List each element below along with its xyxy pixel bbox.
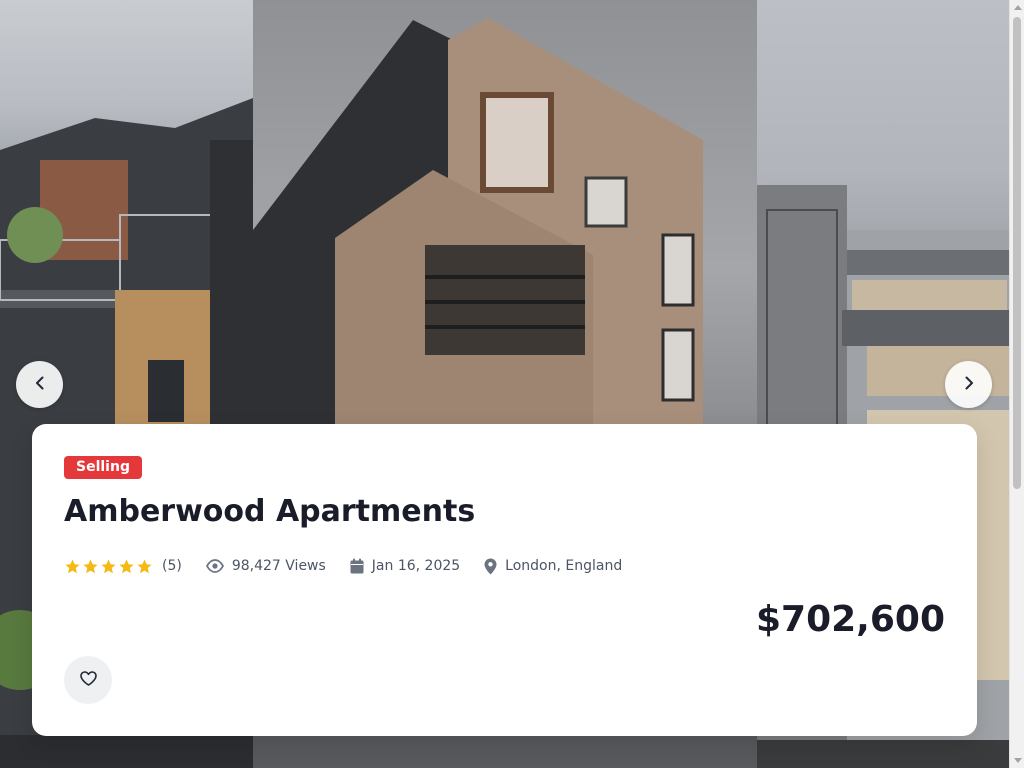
star-icon xyxy=(137,558,152,573)
listing-date: Jan 16, 2025 xyxy=(371,558,461,574)
scroll-up-arrow-icon[interactable] xyxy=(1014,5,1022,10)
scroll-down-arrow-icon[interactable] xyxy=(1014,758,1022,763)
carousel-next-button[interactable] xyxy=(945,361,992,408)
calendar-icon xyxy=(350,558,364,574)
map-pin-icon xyxy=(484,558,497,575)
star-icon xyxy=(83,558,98,573)
rating-count: (5) xyxy=(162,558,182,574)
heart-icon xyxy=(79,670,97,690)
property-title: Amberwood Apartments xyxy=(64,494,476,529)
scrollbar-thumb[interactable] xyxy=(1013,17,1021,489)
star-icon xyxy=(119,558,134,573)
views-stat: 98,427 Views xyxy=(205,558,326,574)
property-price: $702,600 xyxy=(755,599,945,640)
page-scrollbar[interactable] xyxy=(1009,0,1024,768)
eye-icon xyxy=(205,559,224,573)
carousel-prev-button[interactable] xyxy=(16,361,63,408)
chevron-left-icon xyxy=(32,375,48,395)
star-icon xyxy=(101,558,116,573)
chevron-right-icon xyxy=(961,375,977,395)
location-text: London, England xyxy=(505,558,623,574)
location-stat: London, England xyxy=(484,558,622,575)
star-rating xyxy=(64,558,153,575)
status-badge: Selling xyxy=(64,456,142,479)
date-stat: Jan 16, 2025 xyxy=(350,558,460,574)
favorite-button[interactable] xyxy=(64,656,112,704)
views-count: 98,427 Views xyxy=(231,558,326,574)
property-info-card: Selling Amberwood Apartments (5) 98,427 … xyxy=(32,424,977,736)
property-meta-row: (5) 98,427 Views Jan 16, 2025 London, En… xyxy=(64,556,622,576)
star-icon xyxy=(65,558,80,573)
